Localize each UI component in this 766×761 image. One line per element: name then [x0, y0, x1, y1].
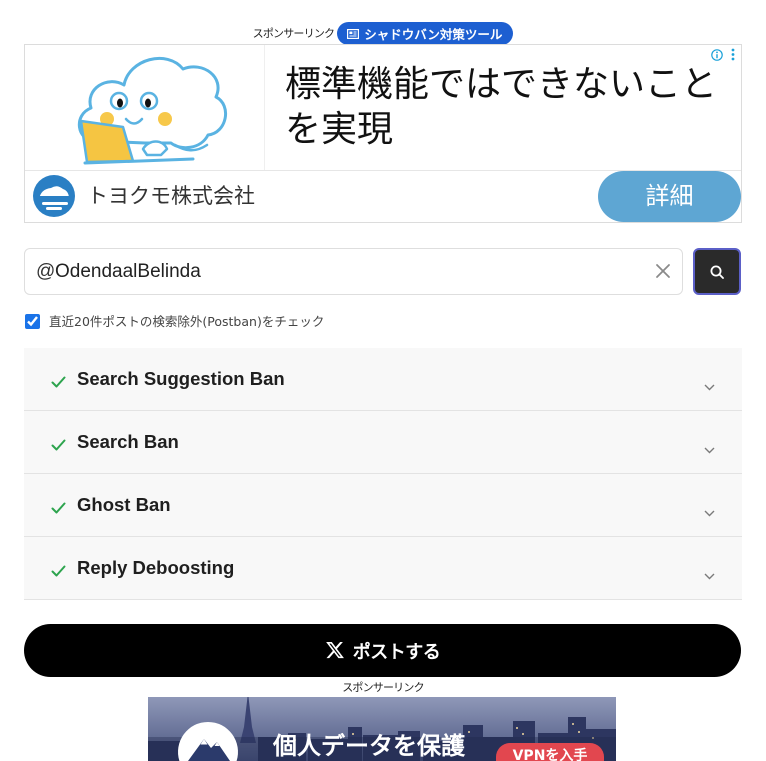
close-icon[interactable]: [655, 263, 671, 279]
post-to-x-button[interactable]: ポストする: [24, 624, 741, 677]
check-icon: [51, 373, 66, 388]
chevron-down-icon: [704, 565, 715, 580]
ad-footer: トヨクモ株式会社 詳細: [25, 170, 741, 222]
check-icon: [51, 499, 66, 514]
postban-checkbox[interactable]: [25, 314, 40, 329]
result-row-reply-deboosting[interactable]: Reply Deboosting: [24, 537, 742, 600]
ad-mascot-image: [25, 45, 265, 170]
newspaper-icon: [347, 28, 360, 39]
result-label: Search Suggestion Ban: [77, 368, 285, 389]
ban-check-results: Search Suggestion Ban Search Ban Ghost B…: [24, 348, 742, 600]
sponsored-link-label: スポンサーリンク: [342, 681, 424, 694]
sponsor-header: スポンサーリンク シャドウバン対策ツール: [0, 22, 766, 45]
result-row-ghost-ban[interactable]: Ghost Ban: [24, 474, 742, 537]
tool-pill-label: シャドウバン対策ツール: [364, 27, 503, 42]
advertiser-name: トヨクモ株式会社: [87, 184, 255, 208]
chevron-down-icon: [704, 376, 715, 391]
ad-details-button[interactable]: 詳細: [598, 171, 741, 222]
vpn-cta-button[interactable]: VPNを入手: [496, 743, 604, 761]
chevron-down-icon: [704, 439, 715, 454]
username-input[interactable]: [55, 249, 645, 294]
result-label: Search Ban: [77, 431, 179, 452]
search-field[interactable]: @: [24, 248, 683, 295]
result-label: Ghost Ban: [77, 494, 171, 515]
sponsored-link-label: スポンサーリンク: [252, 27, 335, 40]
vpn-ad-headline: 個人データを保護: [273, 732, 465, 760]
postban-option[interactable]: 直近20件ポストの検索除外(Postban)をチェック: [25, 313, 324, 330]
check-icon: [51, 562, 66, 577]
info-icon[interactable]: [711, 46, 723, 61]
result-row-search-ban[interactable]: Search Ban: [24, 411, 742, 474]
search-button[interactable]: [693, 248, 741, 295]
display-ad[interactable]: 標準機能ではできないこと を実現 トヨクモ株式会社 詳細: [24, 44, 742, 223]
ad-headline-line: 標準機能ではできないこと: [285, 64, 718, 105]
chevron-down-icon: [704, 502, 715, 517]
result-label: Reply Deboosting: [77, 557, 235, 578]
at-prefix: @: [36, 261, 56, 282]
check-icon: [51, 436, 66, 451]
kebab-menu-icon[interactable]: [729, 46, 737, 61]
x-logo-icon: [325, 641, 345, 660]
ad-headline-line: を実現: [285, 109, 394, 150]
search-icon: [710, 265, 724, 279]
result-row-search-suggestion-ban[interactable]: Search Suggestion Ban: [24, 348, 742, 411]
vpn-banner-ad[interactable]: 個人データを保護 VPNを入手: [148, 697, 616, 761]
ad-headline: 標準機能ではできないこと を実現: [285, 62, 725, 154]
post-button-label: ポストする: [352, 641, 441, 663]
shadowban-tool-link[interactable]: シャドウバン対策ツール: [337, 22, 514, 45]
postban-label: 直近20件ポストの検索除外(Postban)をチェック: [49, 314, 325, 329]
advertiser-logo: [33, 175, 75, 217]
